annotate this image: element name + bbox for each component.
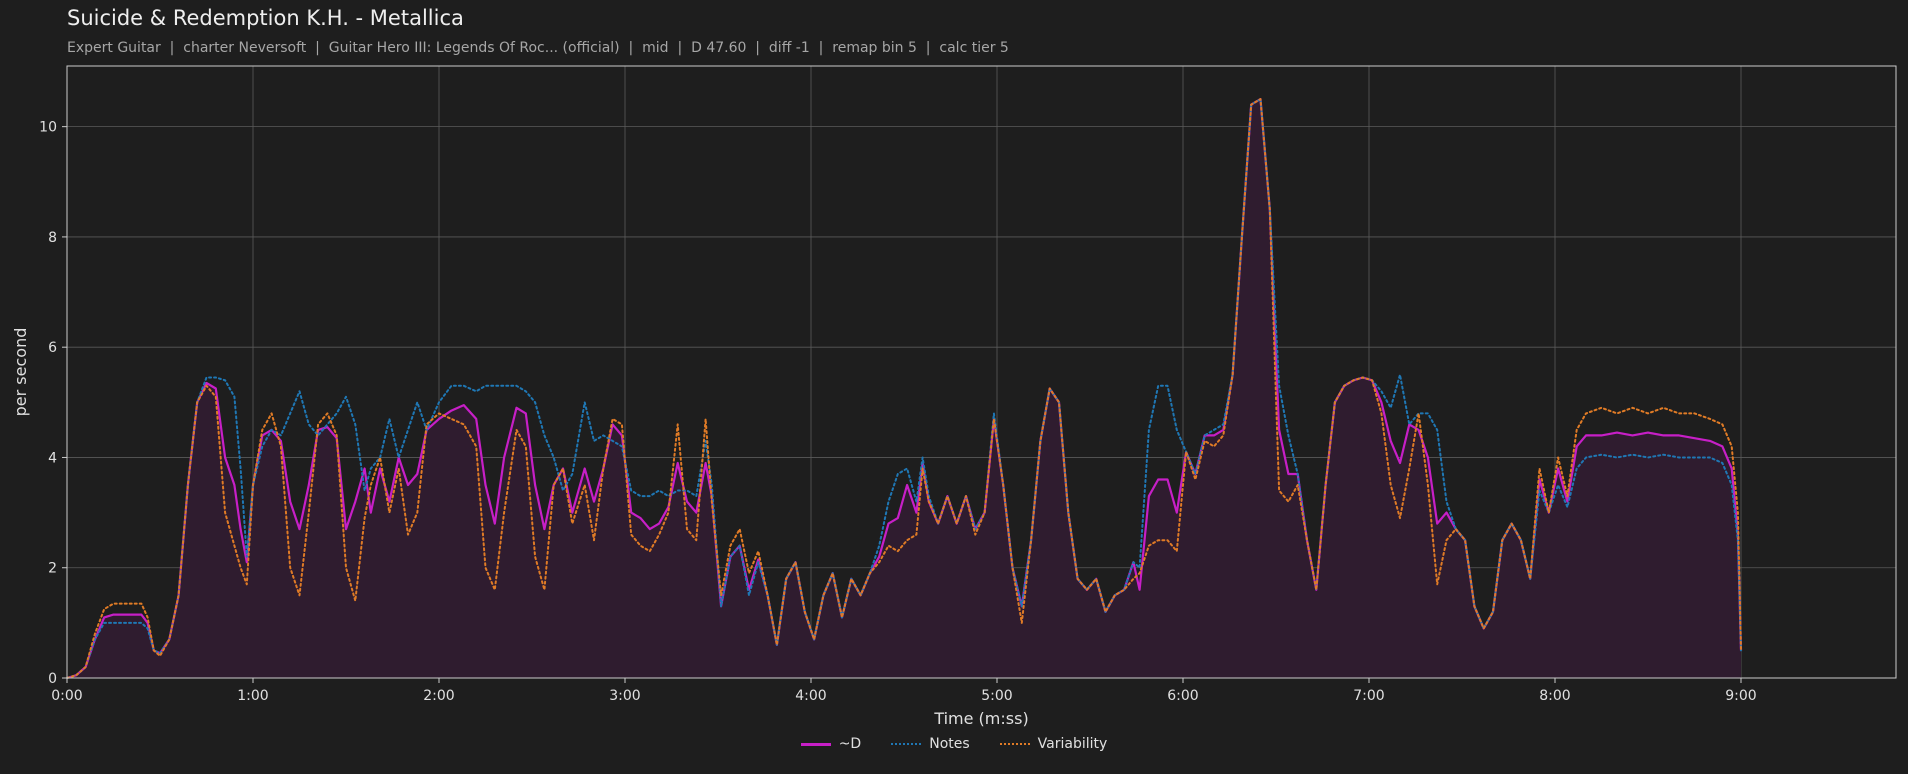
y-tick-label: 10 xyxy=(39,120,57,136)
y-tick-label: 2 xyxy=(48,561,57,577)
x-tick-label: 3:00 xyxy=(609,688,640,704)
legend-item: ~D xyxy=(800,736,862,752)
x-tick-label: 1:00 xyxy=(237,688,268,704)
y-tick-label: 6 xyxy=(48,340,57,356)
legend-swatch xyxy=(891,743,922,745)
x-tick-label: 8:00 xyxy=(1539,688,1570,704)
legend-label: Variability xyxy=(1037,736,1108,752)
chart-legend: ~D Notes Variability xyxy=(0,736,1908,752)
x-tick-label: 9:00 xyxy=(1725,688,1756,704)
y-tick-label: 4 xyxy=(48,450,57,466)
x-tick-label: 7:00 xyxy=(1353,688,1384,704)
legend-swatch xyxy=(999,743,1030,745)
legend-swatch xyxy=(800,742,831,746)
x-tick-label: 5:00 xyxy=(981,688,1012,704)
legend-label: ~D xyxy=(838,736,862,752)
legend-label: Notes xyxy=(929,736,970,752)
x-axis-label: Time (m:ss) xyxy=(933,709,1028,728)
x-tick-label: 6:00 xyxy=(1167,688,1198,704)
x-tick-label: 4:00 xyxy=(795,688,826,704)
x-tick-label: 0:00 xyxy=(51,688,82,704)
x-tick-label: 2:00 xyxy=(423,688,454,704)
legend-item: Variability xyxy=(999,736,1108,752)
y-tick-label: 0 xyxy=(48,671,57,687)
legend-item: Notes xyxy=(891,736,970,752)
chart-canvas: 0:00 1:00 2:00 3:00 4:00 5:00 6:00 7:00 8:00 9:00… xyxy=(11,65,1897,728)
y-axis-label: per second xyxy=(11,328,30,417)
y-tick-label: 8 xyxy=(48,230,57,246)
